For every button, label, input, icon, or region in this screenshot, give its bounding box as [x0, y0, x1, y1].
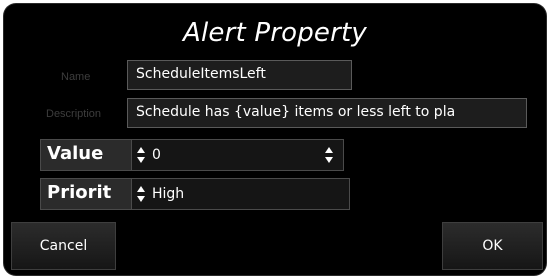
value-spinner[interactable]: 0 — [132, 139, 344, 171]
ok-button[interactable]: OK — [442, 222, 543, 270]
updown-arrows-icon[interactable] — [136, 145, 146, 165]
description-label: Description — [46, 108, 102, 120]
updown-arrows-icon[interactable] — [136, 184, 146, 204]
dialog-title: Alert Property — [182, 18, 367, 48]
name-input[interactable]: ScheduleItemsLeft — [127, 60, 352, 90]
updown-arrows-icon[interactable] — [324, 145, 334, 165]
alert-property-dialog: Alert Property Name ScheduleItemsLeft De… — [4, 4, 546, 275]
priority-select[interactable]: High — [132, 178, 350, 210]
cancel-button[interactable]: Cancel — [11, 222, 116, 270]
priority-label: Priorit — [40, 178, 132, 210]
name-label: Name — [61, 71, 91, 83]
priority-select-value[interactable]: High — [152, 179, 184, 209]
value-spinner-value[interactable]: 0 — [152, 140, 161, 170]
description-input[interactable]: Schedule has {value} items or less left … — [127, 98, 527, 128]
value-label: Value — [40, 139, 132, 171]
